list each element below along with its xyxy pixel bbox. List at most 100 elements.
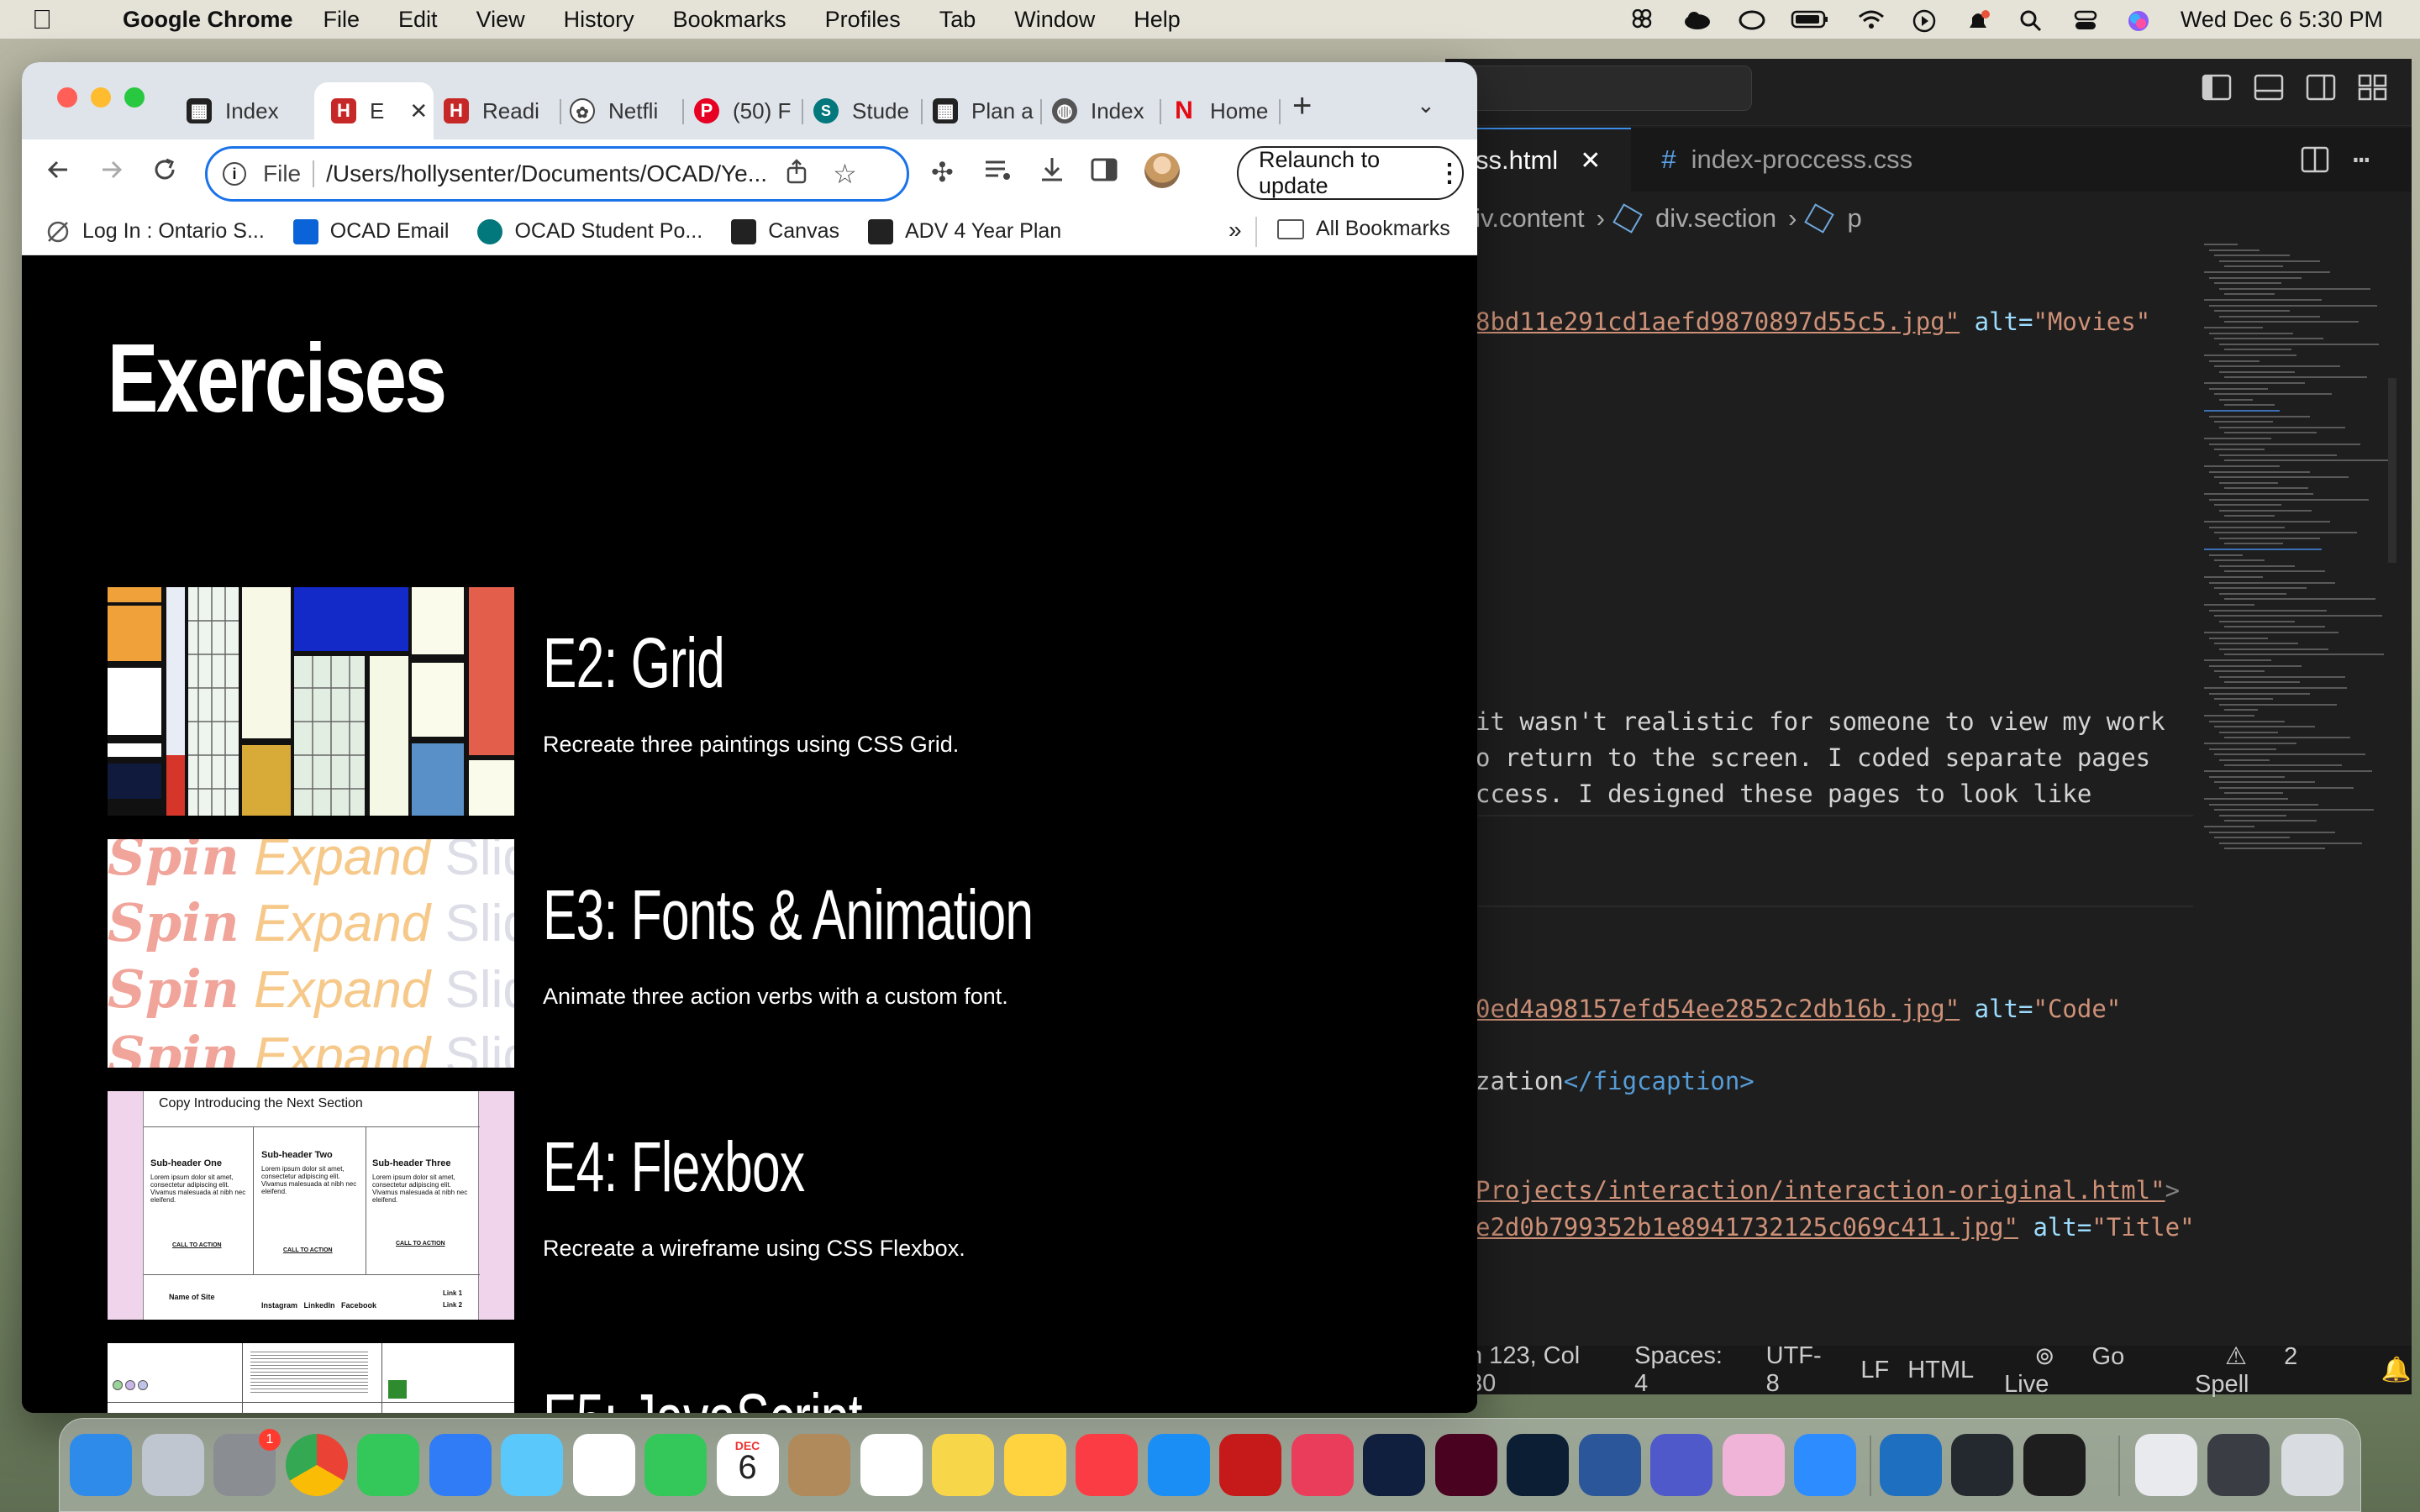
zoom-icon[interactable]: [1794, 1434, 1856, 1496]
figma-menu-icon[interactable]: [1629, 8, 1655, 29]
url-text[interactable]: /Users/hollysenter/Documents/OCAD/Ye...: [326, 160, 767, 187]
siri-icon[interactable]: [2127, 9, 2152, 31]
thumbnail-grid-paintings[interactable]: [108, 587, 514, 816]
sidecar-icon[interactable]: [1722, 1434, 1785, 1496]
exercise-title[interactable]: E4: Flexbox: [543, 1126, 805, 1208]
maps-icon[interactable]: [501, 1434, 563, 1496]
all-bookmarks-button[interactable]: All Bookmarks: [1277, 217, 1450, 241]
browser-tab[interactable]: N Home: [1171, 82, 1289, 139]
notification-bell-icon[interactable]: [1965, 9, 1991, 29]
clock[interactable]: Wed Dec 6 5:30 PM: [2181, 7, 2383, 33]
kebab-menu-icon[interactable]: ⋮: [1437, 159, 1462, 188]
word-icon[interactable]: [1578, 1434, 1641, 1496]
photoshop-icon[interactable]: [1363, 1434, 1425, 1496]
browser-tab[interactable]: ▦ Index: [187, 82, 304, 139]
new-tab-icon[interactable]: +: [1292, 87, 1312, 125]
tab-search-chevron-icon[interactable]: ⌄: [1417, 92, 1435, 118]
figma-icon[interactable]: [2023, 1434, 2086, 1496]
exercise-card-e5[interactable]: Interaction Click on a circle to change …: [108, 1343, 1368, 1413]
bookmark-item[interactable]: Canvas: [731, 218, 839, 244]
forward-arrow-icon[interactable]: [94, 153, 128, 191]
acrobat-icon[interactable]: [1219, 1434, 1281, 1496]
bookmark-star-icon[interactable]: ☆: [833, 158, 857, 190]
menu-profiles[interactable]: Profiles: [825, 7, 901, 33]
apple-menu-icon[interactable]: : [32, 4, 79, 35]
command-center[interactable]: [1445, 66, 1752, 111]
menu-help[interactable]: Help: [1134, 7, 1181, 33]
thumbnail-javascript[interactable]: Interaction Click on a circle to change …: [108, 1343, 514, 1413]
music-icon[interactable]: [1076, 1434, 1138, 1496]
reload-icon[interactable]: [148, 153, 182, 191]
minimized-window-thumbnail[interactable]: [2135, 1434, 2197, 1496]
close-tab-icon[interactable]: ✕: [1580, 146, 1601, 176]
github-desktop-icon[interactable]: [1951, 1434, 2013, 1496]
download-icon[interactable]: [1037, 155, 1067, 189]
back-arrow-icon[interactable]: [42, 153, 76, 191]
finder-icon[interactable]: [70, 1434, 132, 1496]
menu-history[interactable]: History: [564, 7, 634, 33]
browser-tab[interactable]: H Readi: [444, 82, 561, 139]
system-settings-icon[interactable]: 1: [213, 1429, 281, 1496]
menu-tab[interactable]: Tab: [939, 7, 976, 33]
browser-tab[interactable]: ✿ Netfli: [570, 82, 687, 139]
bookmark-item[interactable]: OCAD Email: [292, 218, 449, 244]
zoom-window-button[interactable]: [124, 87, 145, 108]
menu-window[interactable]: Window: [1014, 7, 1095, 33]
browser-tab[interactable]: ◍ Index: [1052, 82, 1170, 139]
exercise-title[interactable]: E5: JavaScript: [543, 1378, 863, 1413]
breadcrumb-item[interactable]: div.section: [1655, 203, 1776, 234]
exercise-card-e3[interactable]: Spin Expand Slide Spin Expand Slide Spin…: [108, 839, 1368, 1068]
relaunch-button[interactable]: Relaunch to update ⋮: [1237, 146, 1464, 200]
browser-tab[interactable]: ▦ Plan a: [933, 82, 1050, 139]
bookmark-item[interactable]: OCAD Student Po...: [477, 218, 702, 244]
cloud-icon[interactable]: [1683, 9, 1710, 29]
thumbnail-flexbox-wireframe[interactable]: Copy Introducing the Next Section Sub-he…: [108, 1091, 514, 1320]
toggle-panel-icon[interactable]: [2254, 74, 2284, 104]
launchpad-icon[interactable]: [141, 1434, 204, 1496]
exercise-card-e2[interactable]: E2: Grid Recreate three paintings using …: [108, 587, 1368, 816]
spell-check-status[interactable]: ⚠ 2 Spell: [2195, 1341, 2348, 1399]
exercise-card-e4[interactable]: Copy Introducing the Next Section Sub-he…: [108, 1091, 1368, 1320]
browser-tab-active[interactable]: H E ✕: [314, 82, 434, 139]
teams-icon[interactable]: [1650, 1434, 1712, 1496]
exercise-title[interactable]: E2: Grid: [543, 622, 725, 704]
more-bookmarks-chevron[interactable]: »: [1228, 217, 1242, 244]
address-bar[interactable]: i File /Users/hollysenter/Documents/OCAD…: [205, 146, 909, 202]
extensions-puzzle-icon[interactable]: ✣: [931, 156, 954, 188]
vscode-icon[interactable]: [1879, 1434, 1942, 1496]
close-tab-icon[interactable]: ✕: [409, 98, 428, 124]
thumbnail-font-animation[interactable]: Spin Expand Slide Spin Expand Slide Spin…: [108, 839, 514, 1068]
toggle-secondary-sidebar-icon[interactable]: [2306, 74, 2336, 104]
toggle-primary-sidebar-icon[interactable]: [2202, 74, 2232, 104]
weather-icon[interactable]: [1003, 1434, 1066, 1496]
status-cursor-position[interactable]: n 123, Col 30: [1469, 1342, 1604, 1398]
split-editor-icon[interactable]: [2301, 146, 2329, 176]
contacts-icon[interactable]: [788, 1434, 850, 1496]
menu-view[interactable]: View: [476, 7, 525, 33]
browser-tab[interactable]: P (50) F: [694, 82, 812, 139]
go-live-button[interactable]: ⊚ Go Live: [2004, 1341, 2165, 1399]
status-language[interactable]: HTML: [1907, 1357, 1974, 1384]
minimize-window-button[interactable]: [91, 87, 111, 108]
share-icon[interactable]: [786, 158, 808, 190]
profile-avatar[interactable]: [1144, 153, 1180, 188]
close-window-button[interactable]: [57, 87, 77, 108]
minimized-window-thumbnail[interactable]: [2207, 1434, 2270, 1496]
browser-tab[interactable]: S Stude: [813, 82, 931, 139]
minimap[interactable]: [2197, 244, 2392, 882]
customize-layout-icon[interactable]: [2358, 74, 2388, 104]
tab-index-proccess-css[interactable]: # index-proccess.css: [1631, 128, 1943, 192]
notes-icon[interactable]: [932, 1434, 994, 1496]
creative-cloud-icon[interactable]: [1291, 1434, 1354, 1496]
menu-edit[interactable]: Edit: [398, 7, 438, 33]
status-encoding[interactable]: UTF-8: [1766, 1342, 1831, 1398]
battery-icon[interactable]: [1791, 9, 1829, 29]
facetime-icon[interactable]: [644, 1434, 707, 1496]
scrollbar-thumb[interactable]: [2388, 378, 2396, 563]
calendar-icon[interactable]: DEC 6: [716, 1434, 779, 1496]
breadcrumb-item[interactable]: p: [1847, 203, 1861, 234]
menu-file[interactable]: File: [324, 7, 360, 33]
bookmark-item[interactable]: Log In : Ontario S...: [45, 219, 265, 244]
app-store-icon[interactable]: [1147, 1434, 1210, 1496]
reading-list-icon[interactable]: [983, 155, 1013, 189]
